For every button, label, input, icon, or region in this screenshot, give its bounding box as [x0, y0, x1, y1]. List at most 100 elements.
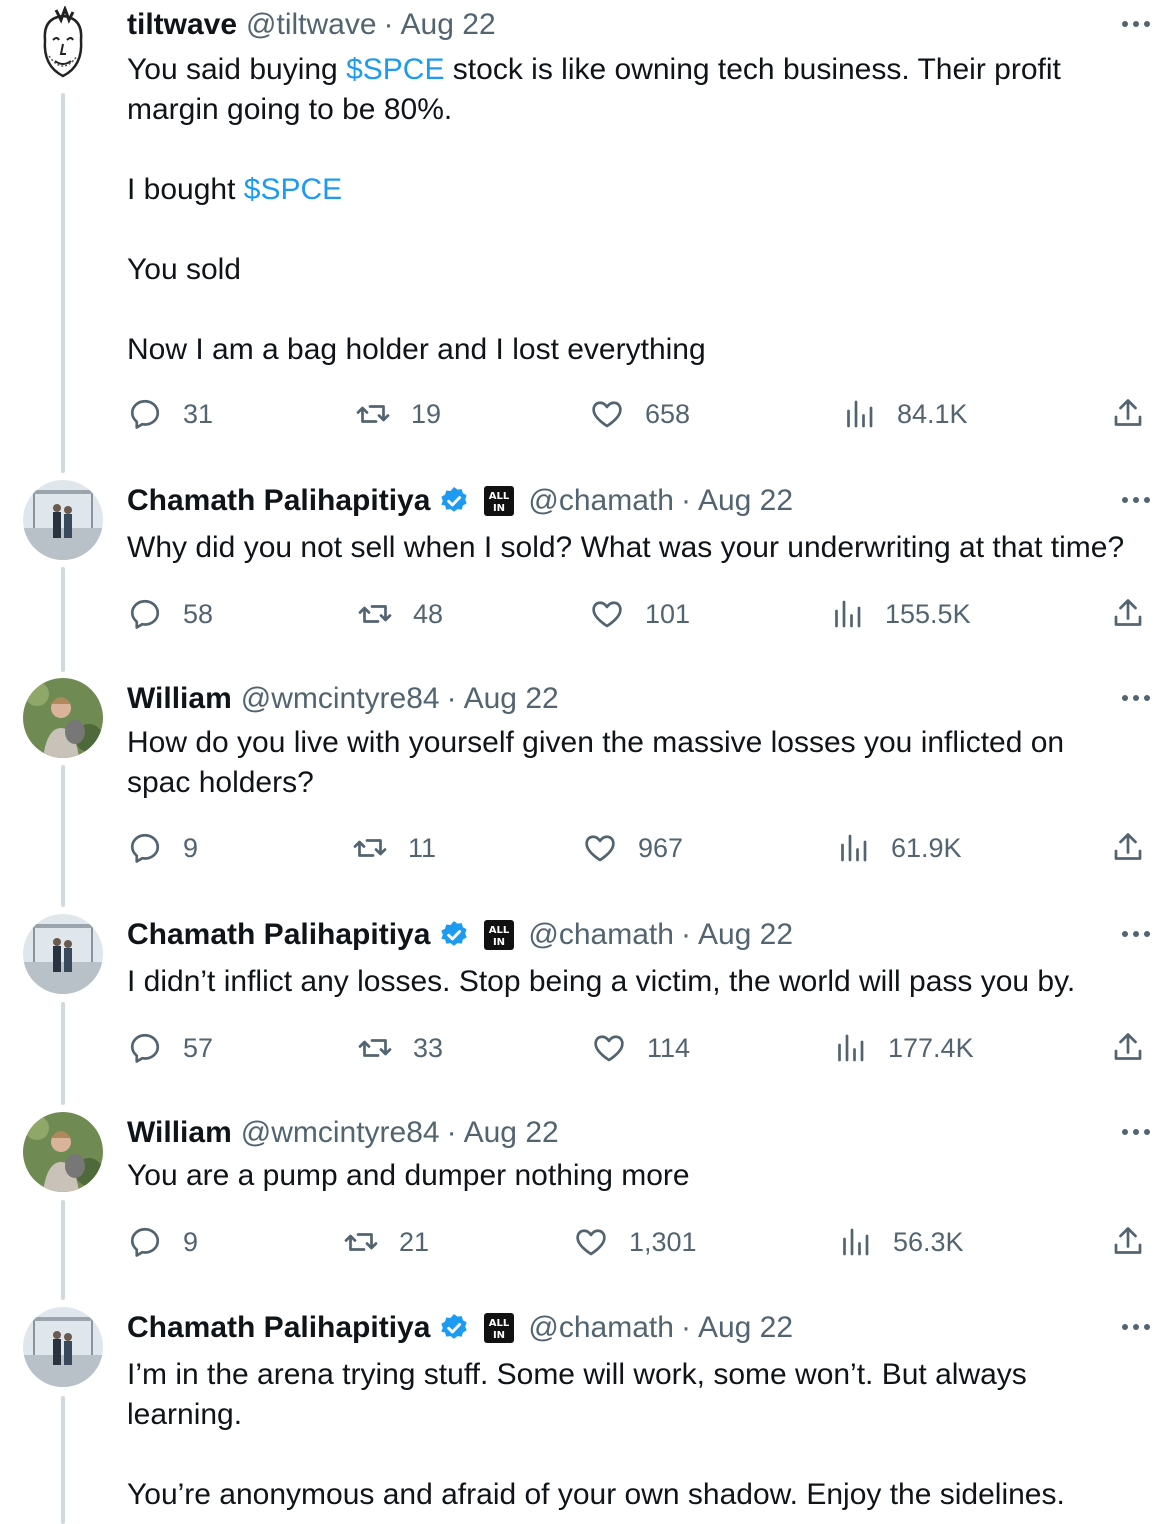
tweet-date[interactable]: Aug 22: [401, 7, 496, 43]
analytics-icon: [843, 1228, 869, 1256]
share-button[interactable]: [1110, 1222, 1146, 1262]
analytics-icon: [841, 834, 867, 862]
cashtag-link[interactable]: $SPCE: [244, 173, 342, 206]
reply-button[interactable]: 9: [127, 1222, 198, 1262]
display-name[interactable]: Chamath Palihapitiya: [127, 917, 430, 953]
share-icon: [1114, 1033, 1142, 1060]
profile-photo: [23, 678, 103, 758]
more-options-button[interactable]: [1118, 482, 1154, 518]
more-options-button[interactable]: [1118, 6, 1154, 42]
views-button[interactable]: 84.1K: [841, 394, 968, 434]
affiliation-badge[interactable]: ALL IN: [484, 1313, 515, 1343]
reply-count: 31: [183, 398, 214, 429]
verified-badge-icon[interactable]: [438, 919, 470, 951]
views-button[interactable]: 155.5K: [829, 594, 971, 634]
profile-photo: [23, 1112, 103, 1192]
avatar[interactable]: [23, 914, 103, 994]
retweet-button[interactable]: 21: [343, 1222, 429, 1262]
views-button[interactable]: 177.4K: [832, 1028, 974, 1068]
user-handle[interactable]: @chamath: [528, 483, 674, 519]
avatar[interactable]: [23, 1112, 103, 1192]
thread-line: [61, 93, 65, 473]
more-icon: [1122, 1324, 1150, 1330]
reply-icon: [130, 1227, 160, 1257]
like-button[interactable]: 101: [589, 594, 690, 634]
reply-count: 9: [183, 832, 199, 863]
svg-text:IN: IN: [493, 1330, 505, 1341]
retweet-button[interactable]: 33: [357, 1028, 443, 1068]
cashtag-link[interactable]: $SPCE: [346, 53, 444, 86]
reply-button[interactable]: 58: [127, 594, 213, 634]
text-segment: You are a pump and dumper nothing more: [127, 1159, 690, 1192]
heart-icon: [592, 601, 622, 628]
tweet-date[interactable]: Aug 22: [698, 917, 793, 953]
like-button[interactable]: 658: [589, 394, 690, 434]
reply-count: 57: [183, 1032, 214, 1063]
text-segment: You said buying: [127, 53, 347, 86]
share-button[interactable]: [1110, 1028, 1146, 1068]
avatar[interactable]: [23, 678, 103, 758]
avatar[interactable]: [23, 6, 103, 86]
share-button[interactable]: [1110, 594, 1146, 634]
verified-badge-icon[interactable]: [438, 1312, 470, 1344]
user-handle[interactable]: @chamath: [528, 917, 674, 953]
display-name[interactable]: tiltwave: [127, 7, 237, 43]
reply-button[interactable]: 31: [127, 394, 213, 434]
tweet-actions: 9 21 1,301 56.3K: [127, 1222, 1147, 1262]
avatar[interactable]: [23, 480, 103, 560]
tweet-text: You are a pump and dumper nothing more: [127, 1156, 1167, 1196]
tweet-date[interactable]: Aug 22: [464, 1115, 559, 1151]
views-button[interactable]: 56.3K: [837, 1222, 964, 1262]
retweet-icon: [358, 1039, 392, 1057]
reply-button[interactable]: 57: [127, 1028, 213, 1068]
retweet-button[interactable]: 19: [355, 394, 441, 434]
like-button[interactable]: 967: [582, 828, 683, 868]
share-button[interactable]: [1110, 394, 1146, 434]
more-options-button[interactable]: [1118, 1114, 1154, 1150]
avatar[interactable]: [23, 1307, 103, 1387]
display-name[interactable]: Chamath Palihapitiya: [127, 1310, 430, 1346]
display-name[interactable]: William: [127, 1115, 232, 1151]
reply-icon: [130, 1033, 160, 1063]
retweet-count: 11: [408, 832, 437, 863]
analytics-icon: [847, 400, 873, 428]
tweet-date[interactable]: Aug 22: [464, 681, 559, 717]
svg-text:IN: IN: [493, 503, 505, 514]
more-options-button[interactable]: [1118, 1309, 1154, 1345]
user-handle[interactable]: @tiltwave: [246, 7, 377, 43]
cartoon-face-icon: [43, 6, 83, 78]
retweet-icon: [344, 1233, 378, 1251]
reply-button[interactable]: 9: [127, 828, 198, 868]
profile-photo: [23, 1307, 103, 1387]
tweet-text: Why did you not sell when I sold? What w…: [127, 528, 1167, 568]
affiliation-badge[interactable]: ALL IN: [484, 486, 515, 516]
more-options-button[interactable]: [1118, 916, 1154, 952]
display-name[interactable]: William: [127, 681, 232, 717]
views-button[interactable]: 61.9K: [835, 828, 962, 868]
tweet-date[interactable]: Aug 22: [698, 1310, 793, 1346]
affiliation-badge[interactable]: ALL IN: [484, 920, 515, 950]
tweet-date[interactable]: Aug 22: [698, 483, 793, 519]
separator-dot: ·: [680, 918, 691, 951]
more-icon: [1122, 695, 1150, 701]
view-count: 155.5K: [885, 598, 971, 629]
reply-icon: [130, 599, 160, 629]
share-button[interactable]: [1110, 828, 1146, 868]
like-count: 101: [645, 598, 691, 629]
like-button[interactable]: 114: [591, 1028, 690, 1068]
retweet-button[interactable]: 11: [352, 828, 436, 868]
tweet-header: William @wmcintyre84 · Aug 22: [127, 681, 559, 717]
like-button[interactable]: 1,301: [573, 1222, 697, 1262]
analytics-icon: [835, 600, 861, 628]
user-handle[interactable]: @chamath: [528, 1310, 674, 1346]
user-handle[interactable]: @wmcintyre84: [241, 1115, 440, 1151]
reply-count: 58: [183, 598, 214, 629]
thread-line: [61, 765, 65, 907]
share-icon: [1114, 833, 1142, 860]
more-options-button[interactable]: [1118, 680, 1154, 716]
display-name[interactable]: Chamath Palihapitiya: [127, 483, 430, 519]
heart-icon: [585, 835, 615, 862]
retweet-button[interactable]: 48: [357, 594, 443, 634]
user-handle[interactable]: @wmcintyre84: [241, 681, 440, 717]
verified-badge-icon[interactable]: [438, 485, 470, 517]
